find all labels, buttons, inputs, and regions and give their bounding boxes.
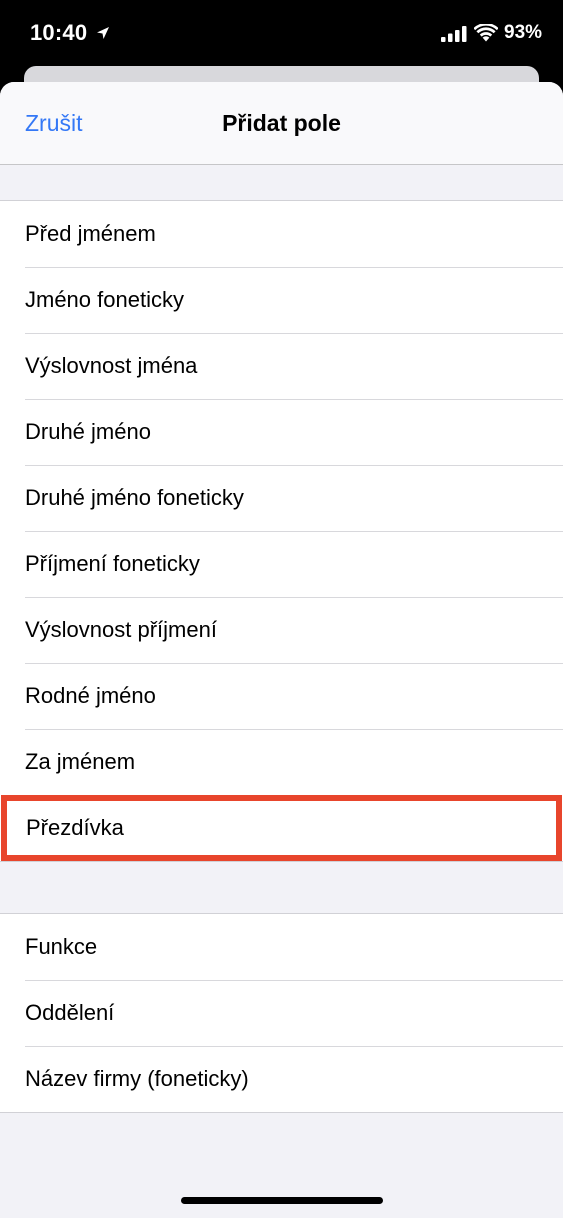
list-item[interactable]: Funkce (0, 914, 563, 980)
name-fields-group: Před jménem Jméno foneticky Výslovnost j… (0, 200, 563, 862)
list-item[interactable]: Oddělení (0, 980, 563, 1046)
status-bar: 10:40 93% (0, 0, 563, 66)
list-item[interactable]: Před jménem (0, 201, 563, 267)
home-indicator[interactable] (181, 1197, 383, 1204)
list-item-nickname-highlighted[interactable]: Přezdívka (1, 795, 562, 861)
list-item[interactable]: Rodné jméno (0, 663, 563, 729)
list-item[interactable]: Jméno foneticky (0, 267, 563, 333)
list-item[interactable]: Výslovnost jména (0, 333, 563, 399)
list-item[interactable]: Druhé jméno foneticky (0, 465, 563, 531)
location-arrow-icon (97, 27, 109, 39)
list-item[interactable]: Výslovnost příjmení (0, 597, 563, 663)
screen: 10:40 93% Zrušit Přidat pole Před jménem… (0, 0, 563, 1218)
list-item[interactable]: Za jménem (0, 729, 563, 795)
battery-percentage: 93% (504, 22, 543, 43)
add-field-sheet: Zrušit Přidat pole Před jménem Jméno fon… (0, 82, 563, 1218)
navigation-bar: Zrušit Přidat pole (0, 82, 563, 165)
list-item[interactable]: Příjmení foneticky (0, 531, 563, 597)
status-time: 10:40 (30, 20, 88, 45)
page-title: Přidat pole (222, 110, 341, 136)
list-item[interactable]: Druhé jméno (0, 399, 563, 465)
work-fields-group: Funkce Oddělení Název firmy (foneticky) (0, 913, 563, 1113)
cellular-signal-icon (441, 26, 467, 42)
wifi-icon (474, 24, 498, 42)
list-item[interactable]: Název firmy (foneticky) (0, 1046, 563, 1112)
